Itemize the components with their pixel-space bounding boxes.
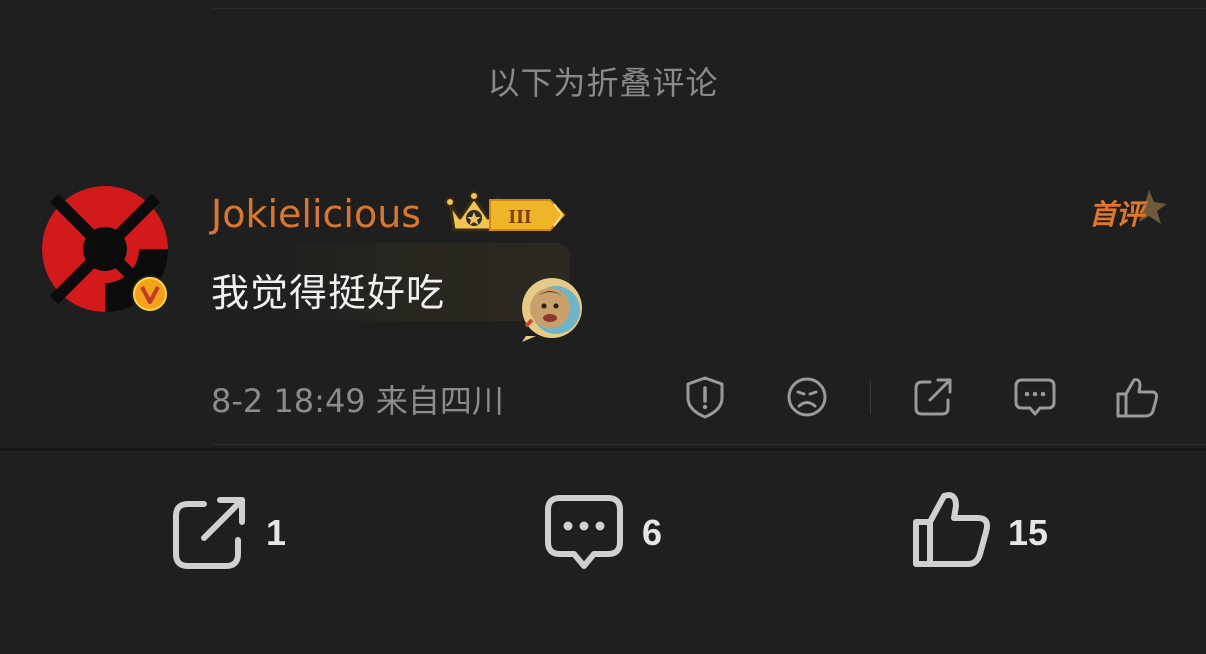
first-comment-badge-text: 首评 (1089, 198, 1144, 231)
comment-count: 6 (642, 512, 663, 553)
footer-share-icon (173, 497, 245, 569)
footer-comment-button[interactable]: 6 (544, 490, 684, 570)
comment-meta: 8-2 18:49 来自四川 (211, 382, 504, 420)
share-icon[interactable] (910, 374, 956, 420)
username[interactable]: Jokielicious (211, 192, 421, 236)
reply-comment-icon[interactable] (1012, 374, 1058, 420)
footer-border (0, 448, 1206, 451)
report-icon[interactable] (682, 374, 728, 420)
dislike-face-icon[interactable] (784, 374, 830, 420)
footer-share-button[interactable]: 1 (170, 490, 300, 570)
top-divider (212, 8, 1206, 9)
first-comment-badge: 首评 (1087, 190, 1169, 232)
comment-divider (212, 444, 1206, 445)
verified-v-icon (131, 275, 169, 313)
comment-text: 我觉得挺好吃 (211, 271, 446, 315)
level-badge-text: III (508, 206, 532, 228)
share-count: 1 (266, 512, 287, 553)
like-thumb-icon[interactable] (1114, 374, 1160, 420)
footer-comment-icon (545, 495, 623, 569)
level-badge: III (489, 199, 566, 231)
action-separator (870, 380, 871, 414)
like-count: 15 (1008, 512, 1049, 553)
footer-like-button[interactable]: 15 (912, 490, 1062, 570)
footer-like-icon (913, 492, 990, 567)
folded-comments-notice: 以下为折叠评论 (487, 64, 719, 102)
sticker-face-icon (522, 278, 582, 342)
